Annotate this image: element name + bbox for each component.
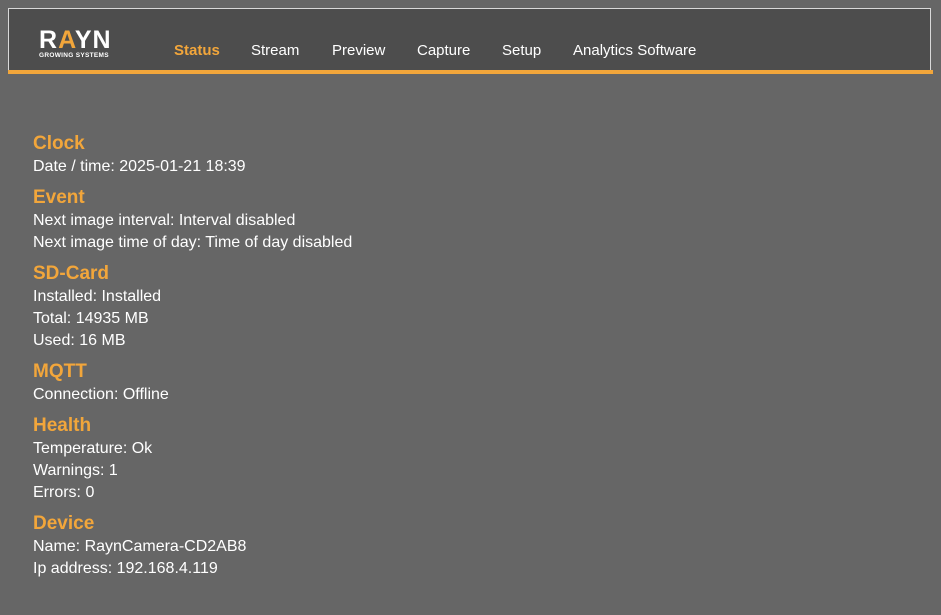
health-section: Health Temperature: Ok Warnings: 1 Error… [33,414,913,504]
event-next-time-of-day: Next image time of day: Time of day disa… [33,234,353,251]
clock-datetime: Date / time: 2025-01-21 18:39 [33,158,246,175]
top-navbar: RAYN GROWING SYSTEMS Status Stream Previ… [8,8,931,70]
section-title-health: Health [33,415,92,436]
health-errors: Errors: 0 [33,484,95,501]
section-title-clock: Clock [33,133,85,154]
section-title-event: Event [33,187,85,208]
navbar-accent-line [8,70,933,74]
device-section: Device Name: RaynCamera-CD2AB8 Ip addres… [33,512,913,580]
sdcard-used: Used: 16 MB [33,332,126,349]
page: RAYN GROWING SYSTEMS Status Stream Previ… [0,0,941,615]
nav-stream[interactable]: Stream [251,42,299,59]
nav-capture[interactable]: Capture [417,42,470,59]
health-warnings: Warnings: 1 [33,462,118,479]
logo-wordmark: RAYN [39,26,112,54]
nav-setup[interactable]: Setup [502,42,541,59]
clock-section: Clock Date / time: 2025-01-21 18:39 [33,132,913,178]
device-name: Name: RaynCamera-CD2AB8 [33,538,247,555]
section-title-sdcard: SD-Card [33,263,110,284]
mqtt-connection: Connection: Offline [33,386,169,403]
health-temperature: Temperature: Ok [33,440,153,457]
sdcard-installed: Installed: Installed [33,288,162,305]
section-title-device: Device [33,513,95,534]
logo-tagline: GROWING SYSTEMS [39,52,109,59]
event-next-interval: Next image interval: Interval disabled [33,212,296,229]
status-content: Clock Date / time: 2025-01-21 18:39 Even… [33,132,913,588]
nav-analytics-software[interactable]: Analytics Software [573,42,696,59]
nav-status[interactable]: Status [174,42,220,59]
device-ip-address: Ip address: 192.168.4.119 [33,560,218,577]
nav-preview[interactable]: Preview [332,42,385,59]
sdcard-total: Total: 14935 MB [33,310,149,327]
sdcard-section: SD-Card Installed: Installed Total: 1493… [33,262,913,352]
mqtt-section: MQTT Connection: Offline [33,360,913,406]
event-section: Event Next image interval: Interval disa… [33,186,913,254]
section-title-mqtt: MQTT [33,361,87,382]
rayn-logo[interactable]: RAYN GROWING SYSTEMS [39,26,129,71]
